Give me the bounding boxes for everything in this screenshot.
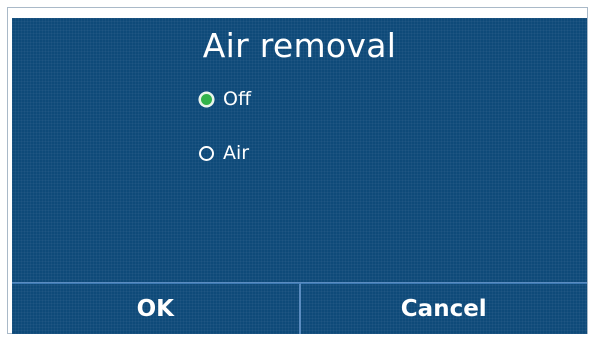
radio-checked-icon[interactable] bbox=[199, 91, 214, 107]
air-removal-dialog: Air removal Off Air OK Cancel bbox=[12, 18, 587, 334]
option-off-label: Off bbox=[223, 88, 252, 110]
option-air[interactable]: Air bbox=[199, 141, 249, 165]
dialog-title: Air removal bbox=[202, 26, 397, 65]
option-off[interactable]: Off bbox=[199, 87, 251, 111]
cancel-button[interactable]: Cancel bbox=[300, 283, 587, 334]
option-air-label: Air bbox=[223, 142, 250, 164]
ok-button-label: OK bbox=[136, 296, 174, 322]
cancel-button-label: Cancel bbox=[400, 296, 487, 322]
radio-unchecked-icon[interactable] bbox=[199, 145, 214, 161]
dialog-footer: OK Cancel bbox=[12, 282, 587, 334]
ok-button[interactable]: OK bbox=[12, 283, 301, 334]
